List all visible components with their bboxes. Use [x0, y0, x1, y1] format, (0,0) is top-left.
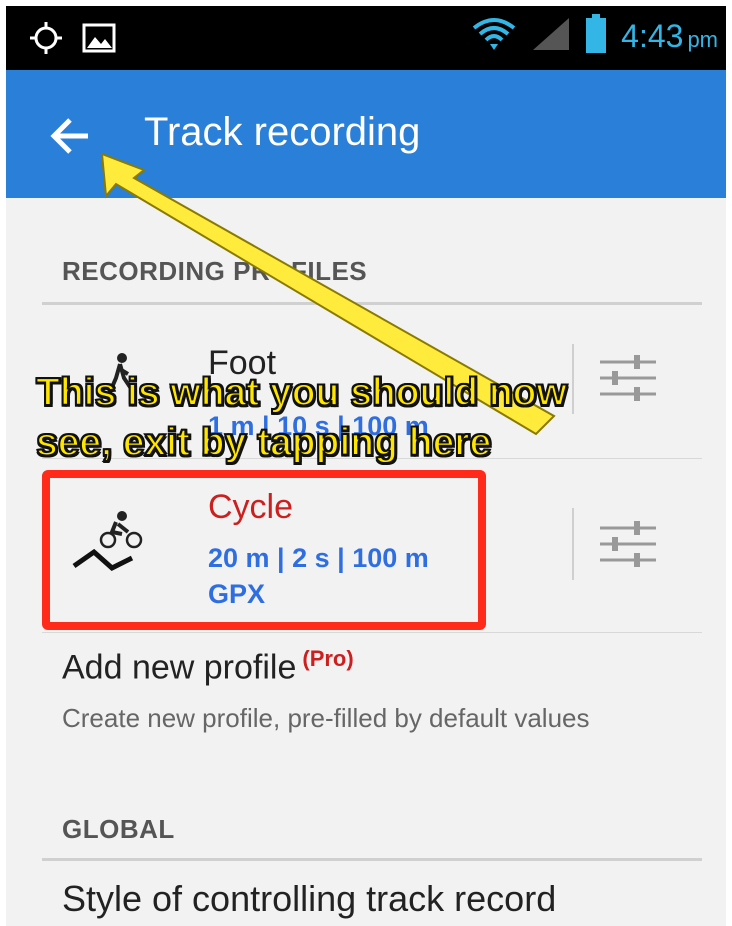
wifi-icon	[471, 16, 517, 57]
section-divider	[42, 858, 702, 861]
annotation-text: This is what you should now see, exit by…	[35, 368, 568, 468]
section-divider	[42, 302, 702, 305]
clock-time: 4:43	[621, 18, 684, 54]
sliders-icon	[600, 521, 656, 567]
vertical-separator	[572, 344, 574, 414]
profile-settings-button[interactable]	[598, 352, 658, 409]
section-header-global: GLOBAL	[62, 814, 175, 844]
clock-ampm: pm	[687, 27, 718, 52]
back-button[interactable]	[48, 114, 92, 158]
image-icon	[82, 22, 116, 59]
profile-settings-button[interactable]	[598, 518, 658, 575]
vertical-separator	[572, 508, 574, 580]
pro-badge: (Pro)	[302, 646, 354, 671]
battery-icon	[585, 14, 607, 59]
screen: 4:43 pm Track recording RECORDING PROFILE…	[6, 6, 726, 926]
highlight-box	[42, 470, 486, 630]
add-profile-label: Add new profile	[62, 648, 297, 687]
style-of-controlling-item[interactable]: Style of controlling track record	[62, 878, 556, 920]
annotation-line-1: This is what you should now	[35, 370, 568, 415]
app-bar: Track recording	[6, 70, 726, 198]
page-title: Track recording	[144, 110, 421, 154]
section-header-recording-profiles: RECORDING PROFILES	[62, 256, 368, 286]
add-profile-description: Create new profile, pre-filled by defaul…	[62, 703, 590, 733]
add-profile-title: Add new profile (Pro)	[62, 646, 354, 687]
signal-icon	[531, 16, 571, 57]
annotation-line-2: see, exit by tapping here	[35, 420, 492, 465]
arrow-left-icon	[50, 118, 88, 154]
row-divider	[42, 632, 702, 633]
status-bar: 4:43 pm	[6, 6, 726, 70]
gps-icon	[28, 20, 64, 61]
sliders-icon	[600, 355, 656, 401]
clock: 4:43 pm	[621, 18, 718, 55]
